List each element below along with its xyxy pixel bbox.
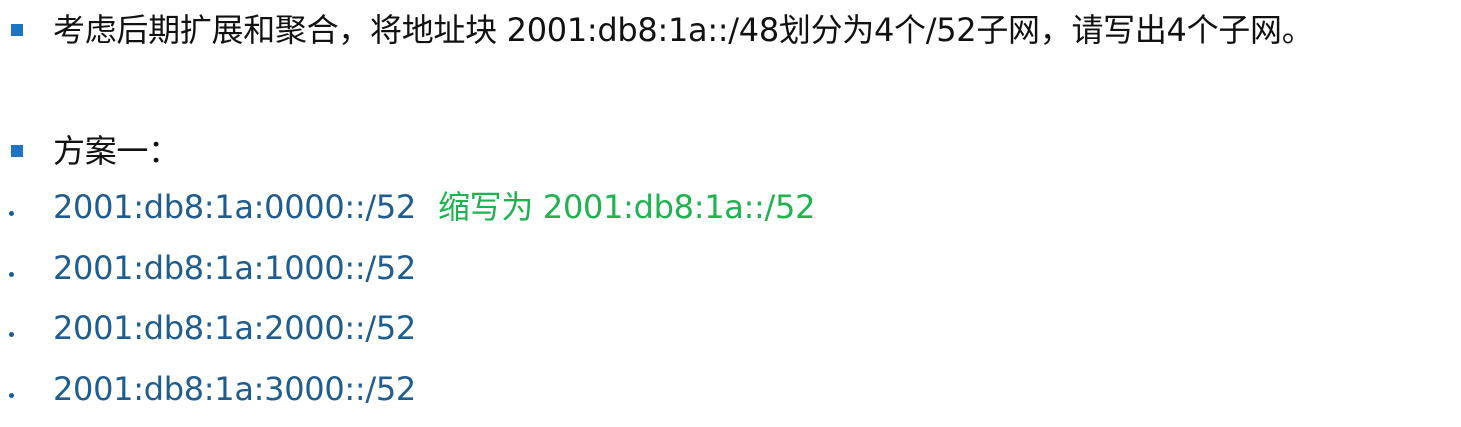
question-text: 考虑后期扩展和聚合，将地址块 2001:db8:1a::/48划分为4个/52子… (53, 11, 1314, 49)
subnet-abbrev-note: 缩写为 2001:db8:1a::/52 (437, 188, 816, 226)
question-item: 考虑后期扩展和聚合，将地址块 2001:db8:1a::/48划分为4个/52子… (0, 6, 1461, 54)
square-bullet-icon (11, 24, 23, 36)
subnet-address: 2001:db8:1a:3000::/52 (53, 370, 416, 408)
dot-bullet-icon (9, 332, 14, 337)
subnet-item: 2001:db8:1a:1000::/52 (0, 244, 1461, 292)
subnet-item: 2001:db8:1a:0000::/52 缩写为 2001:db8:1a::/5… (0, 183, 1461, 231)
slide: 考虑后期扩展和聚合，将地址块 2001:db8:1a::/48划分为4个/52子… (0, 0, 1461, 427)
subnet-item: 2001:db8:1a:3000::/52 (0, 365, 1461, 413)
subnet-address: 2001:db8:1a:2000::/52 (53, 309, 416, 347)
subnet-line: 2001:db8:1a:0000::/52 缩写为 2001:db8:1a::/5… (53, 183, 815, 231)
square-bullet-icon (11, 145, 23, 157)
plan-heading: 方案一： (53, 132, 180, 170)
dot-bullet-icon (9, 393, 14, 398)
subnet-item: 2001:db8:1a:2000::/52 (0, 304, 1461, 352)
dot-bullet-icon (9, 211, 14, 216)
subnet-address: 2001:db8:1a:0000::/52 (53, 188, 416, 226)
plan-heading-item: 方案一： (0, 127, 1461, 175)
dot-bullet-icon (9, 272, 14, 277)
subnet-address: 2001:db8:1a:1000::/52 (53, 249, 416, 287)
